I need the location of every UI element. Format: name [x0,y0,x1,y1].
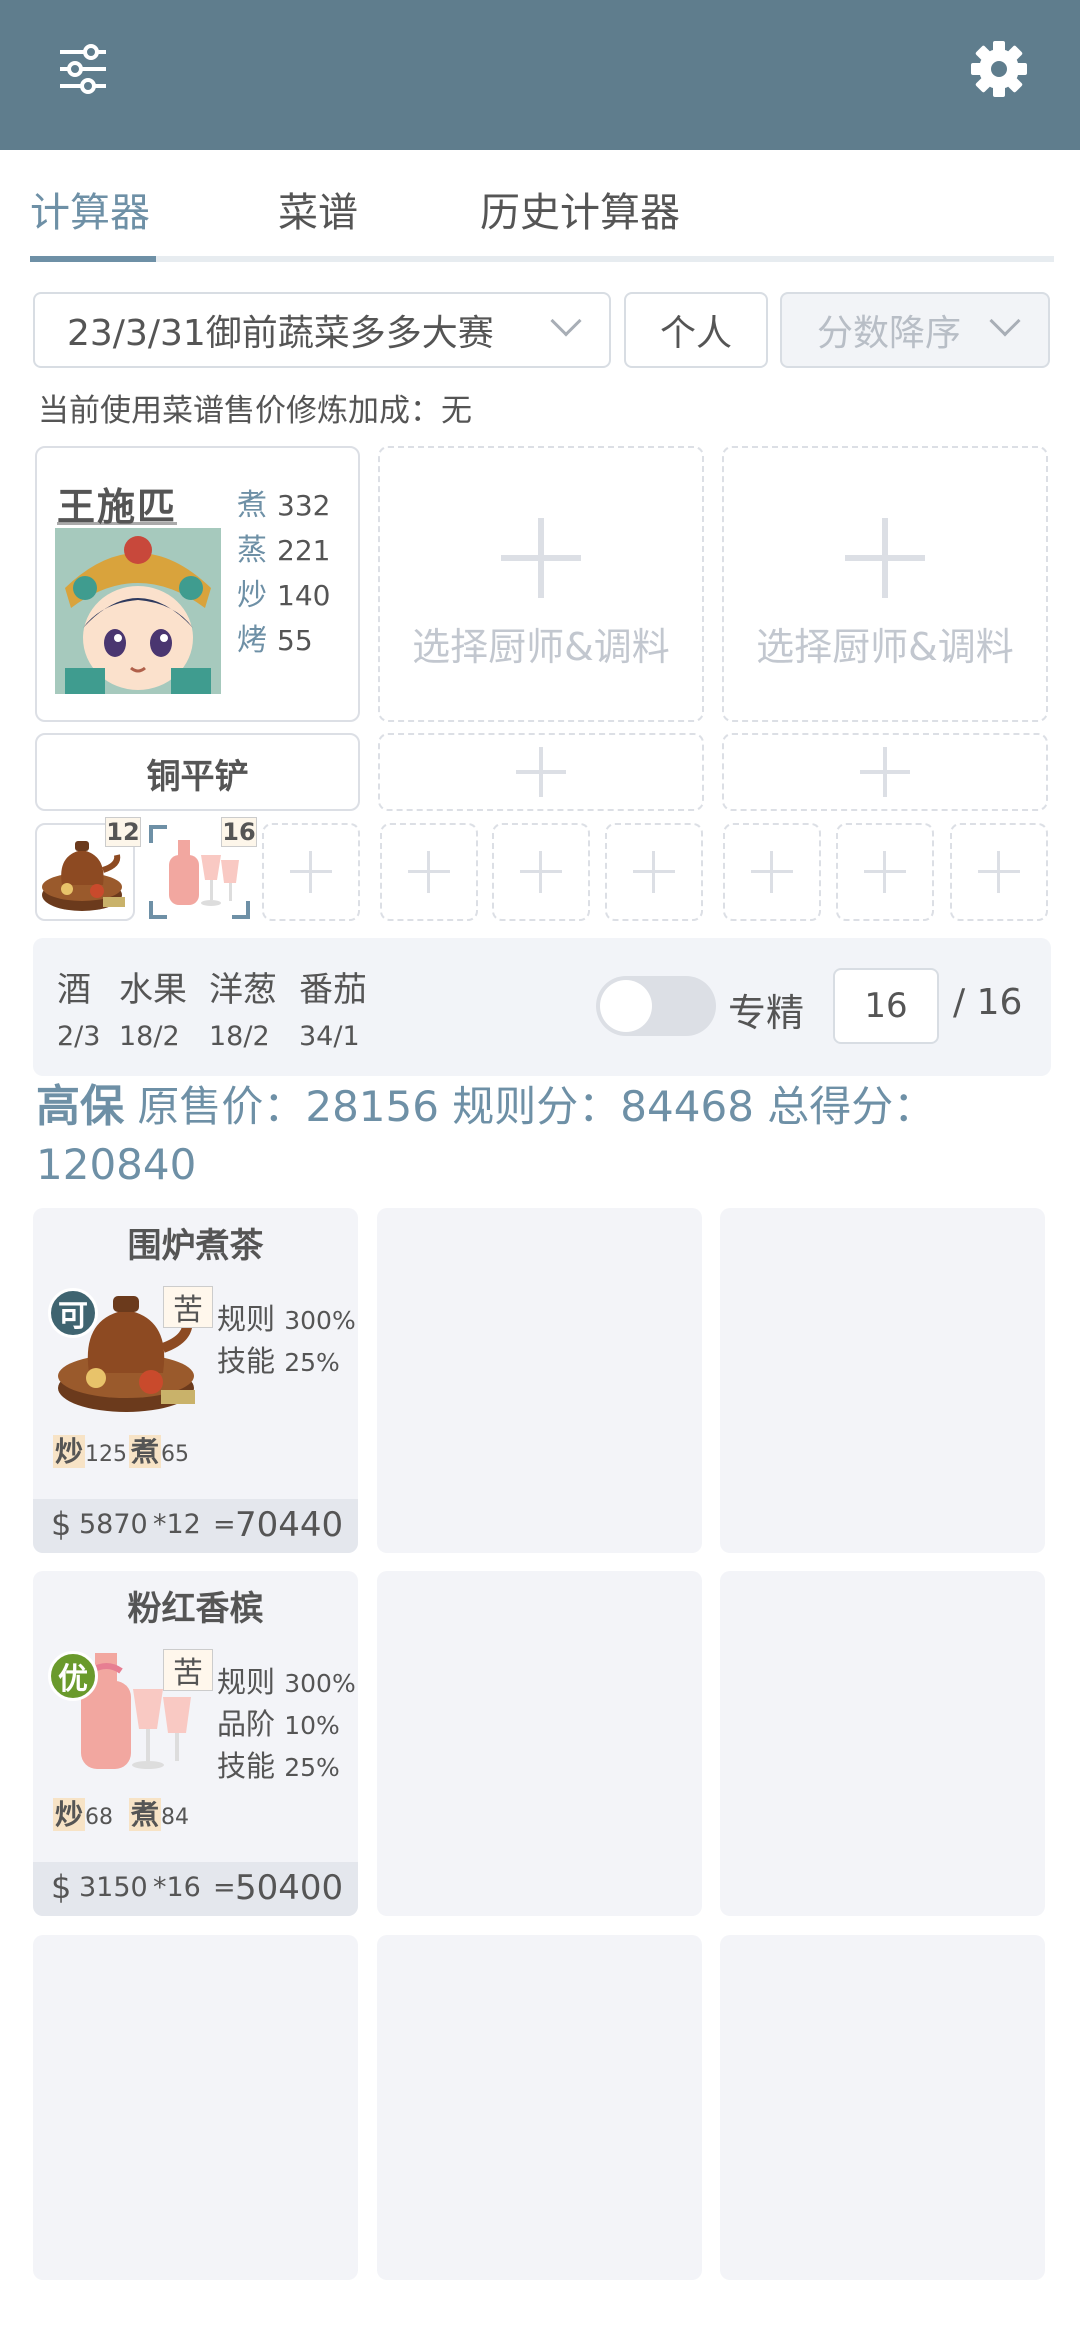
dish-card-empty[interactable] [377,1935,702,2280]
recipe-bonus-note: 当前使用菜谱售价修炼加成：无 [38,393,472,429]
tab-track [30,256,1054,262]
bonus-line: 品阶 10% [217,1707,340,1741]
specialization-toggle[interactable] [596,976,716,1036]
dish-name: 围炉煮茶 [127,1226,264,1266]
rank-badge: 优 [48,1651,98,1701]
equipment-slot-empty[interactable] [722,733,1048,811]
chef-stat: 烤 55 [237,623,313,658]
main-tabs: 计算器 菜谱 历史计算器 [30,150,1054,265]
ingredient-item: 酒 2/3 [57,970,101,1052]
tab-recipes[interactable]: 菜谱 [278,180,358,238]
skill-req: 煮84 [129,1798,190,1831]
settings-gear-icon[interactable] [970,40,1028,98]
score-text: 原售价：28156 规则分：84468 总得分：120840 [36,1082,936,1189]
plus-icon [864,851,906,893]
bonus-line: 技能 25% [217,1749,340,1783]
app-header [0,0,1080,150]
recipe-slot-empty[interactable] [950,823,1048,921]
event-select-value: 23/3/31御前蔬菜多多大赛 [67,313,494,354]
plus-icon [290,851,332,893]
taste-badge: 苦 [163,1286,213,1328]
select-chef-slot-2[interactable]: 选择厨师&调料 [378,446,704,722]
chef-stat: 煮 332 [237,488,331,523]
recipe-slot-empty[interactable] [380,823,478,921]
price-row: $ 5870 *12 = 70440 [33,1499,358,1553]
bonus-line: 规则 300% [217,1665,356,1699]
skill-req: 炒68 [53,1798,114,1831]
plus-icon [520,851,562,893]
ingredient-item: 水果 18/2 [119,970,187,1052]
recipe-slot-empty[interactable] [723,823,821,921]
dish-card-empty[interactable] [33,1935,358,2280]
plus-icon [501,518,581,598]
equipment-slot-empty[interactable] [378,733,704,811]
chef-name: 王施匹 [57,485,178,529]
chef-stat: 蒸 221 [237,533,331,568]
plus-icon [516,747,566,797]
dish-card[interactable]: 围炉煮茶 可 苦 规则 300% 技能 25% 炒125 煮65 $ 5870 … [33,1208,358,1553]
dish-card-empty[interactable] [377,1571,702,1916]
specialization-label: 专精 [728,991,805,1035]
recipe-thumb-selected[interactable]: 16 [147,817,257,921]
equipment-name: 铜平铲 [146,757,249,797]
select-chef-label: 选择厨师&调料 [412,625,670,669]
score-summary: 高保 原售价：28156 规则分：84468 总得分：120840 [36,1078,1046,1194]
bonus-line: 技能 25% [217,1344,340,1378]
plus-icon [751,851,793,893]
recipe-slot-empty[interactable] [836,823,934,921]
ingredient-item: 番茄 34/1 [299,970,367,1052]
mode-select[interactable]: 个人 [624,292,768,368]
recipe-slot-empty[interactable] [262,823,360,921]
chevron-down-icon [989,305,1021,337]
dish-card[interactable]: 粉红香槟 优 苦 规则 300% 品阶 10% 技能 25% 炒68 煮84 $… [33,1571,358,1916]
plus-icon [845,518,925,598]
bonus-line: 规则 300% [217,1302,356,1336]
chef-stat: 炒 140 [237,578,331,613]
mode-select-value: 个人 [659,313,732,354]
dish-name: 粉红香槟 [127,1589,264,1629]
ingredient-panel: 酒 2/3 水果 18/2 洋葱 18/2 番茄 34/1 专精 16 / 16 [33,938,1051,1076]
plus-icon [633,851,675,893]
plus-icon [860,747,910,797]
tab-calculator[interactable]: 计算器 [30,180,150,238]
skill-req: 炒125 [53,1435,128,1468]
recipe-count-badge: 12 [105,817,141,847]
recipe-slot-empty[interactable] [605,823,703,921]
chef-avatar [55,528,221,694]
dish-card-empty[interactable] [377,1208,702,1553]
sort-select[interactable]: 分数降序 [780,292,1050,368]
specialization-input[interactable]: 16 [833,968,939,1044]
recipe-thumb[interactable]: 12 [35,817,141,921]
sort-select-value: 分数降序 [817,313,962,354]
dish-card-empty[interactable] [720,1571,1045,1916]
plus-icon [408,851,450,893]
chevron-down-icon [550,305,582,337]
tab-active-indicator [30,256,156,262]
chef-card[interactable]: 王施匹 煮 332 蒸 221 炒 140 烤 55 [35,446,360,722]
rank-badge: 可 [48,1288,98,1338]
dish-card-empty[interactable] [720,1935,1045,2280]
recipe-slot-empty[interactable] [492,823,590,921]
event-select[interactable]: 23/3/31御前蔬菜多多大赛 [33,292,611,368]
specialization-total: / 16 [953,982,1023,1023]
equipment-slot[interactable]: 铜平铲 [35,733,360,811]
filter-menu-icon[interactable] [58,44,108,94]
grade-label: 高保 [36,1081,124,1132]
recipe-count-badge: 16 [221,817,257,847]
select-chef-slot-3[interactable]: 选择厨师&调料 [722,446,1048,722]
select-chef-label: 选择厨师&调料 [756,625,1014,669]
skill-req: 煮65 [129,1435,190,1468]
dish-card-empty[interactable] [720,1208,1045,1553]
taste-badge: 苦 [163,1649,213,1691]
ingredient-item: 洋葱 18/2 [209,970,277,1052]
price-row: $ 3150 *16 = 50400 [33,1862,358,1916]
tab-history-calculator[interactable]: 历史计算器 [480,180,680,238]
plus-icon [978,851,1020,893]
toggle-knob [600,980,652,1032]
